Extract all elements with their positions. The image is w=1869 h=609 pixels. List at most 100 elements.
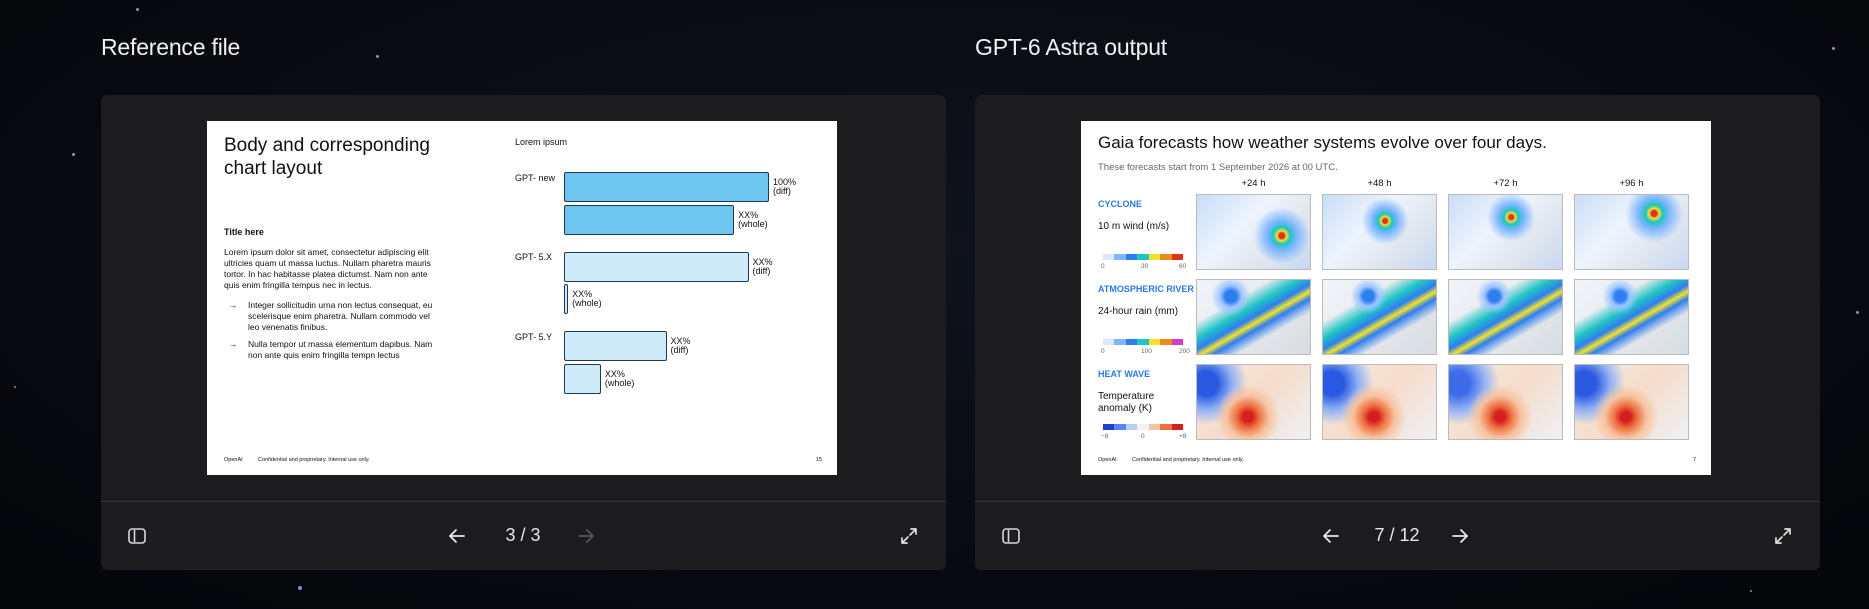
arrow-right-icon: → — [229, 300, 238, 310]
forecast-map-tile — [1574, 364, 1689, 440]
colorbar-swatch — [1148, 424, 1161, 430]
forecast-map-tile — [1574, 194, 1689, 270]
chart-bar — [564, 252, 749, 282]
chart-data-label: 100% (diff) — [773, 177, 797, 196]
colorbar-tick: 0 — [1141, 433, 1145, 440]
sidebar-toggle-button[interactable] — [121, 520, 153, 552]
chart-data-label: XX% (whole) — [572, 289, 602, 308]
chart-bar — [564, 364, 601, 394]
colorbar-swatch — [1160, 254, 1172, 260]
colorbar-swatch — [1125, 424, 1138, 430]
colorbar-swatch — [1171, 254, 1183, 260]
colorbar-swatch — [1160, 424, 1172, 430]
fullscreen-button[interactable] — [1767, 520, 1799, 552]
expand-icon — [901, 528, 917, 544]
slide-stage: Gaia forecasts how weather systems evolv… — [975, 95, 1820, 501]
colorbar-tick: 0 — [1101, 348, 1105, 355]
colorbar-swatch — [1137, 254, 1149, 260]
output-viewer: Gaia forecasts how weather systems evolv… — [975, 95, 1820, 570]
colorbar-swatch — [1103, 339, 1115, 345]
colorbar-swatch — [1160, 339, 1172, 345]
footer-note: Confidential and proprietary. Internal u… — [1132, 457, 1244, 463]
sidebar-toggle-icon — [1002, 528, 1020, 544]
chart-bar — [564, 331, 667, 361]
sidebar-toggle-icon — [128, 528, 146, 544]
forecast-map-tile — [1322, 194, 1437, 270]
sidebar-toggle-button[interactable] — [995, 520, 1027, 552]
forecast-map-tile — [1448, 279, 1563, 355]
forecast-map-tile — [1196, 279, 1311, 355]
chart-category-label: GPT- new — [515, 173, 556, 183]
chart-category-label: GPT- 5.X — [515, 252, 553, 262]
slide-title: Body and corresponding chart layout — [224, 135, 430, 179]
colorbar-swatch — [1125, 339, 1138, 345]
panel-title-reference: Reference file — [101, 34, 241, 60]
star — [298, 586, 302, 590]
column-header: +48 h — [1367, 178, 1392, 189]
row-tag: HEAT WAVE — [1098, 369, 1151, 379]
row-tag: ATMOSPHERIC RIVER — [1098, 284, 1194, 294]
chart-data-label: XX% (diff) — [752, 257, 773, 276]
colorbar-tick: 100 — [1141, 348, 1152, 355]
footer-brand: OpenAI — [224, 457, 243, 463]
colorbar-swatch — [1171, 339, 1183, 345]
next-slide-button[interactable] — [1444, 520, 1476, 552]
chart-bar — [564, 172, 769, 202]
chart-data-label: XX% (whole) — [738, 210, 768, 229]
row-tag: CYCLONE — [1098, 199, 1143, 209]
panel-title-output: GPT-6 Astra output — [975, 34, 1168, 60]
forecast-map-tile — [1196, 364, 1311, 440]
footer-brand: OpenAI — [1098, 457, 1117, 463]
forecast-map-tile — [1196, 194, 1311, 270]
page-number: 15 — [815, 457, 822, 463]
chart-data-label: XX% (diff) — [670, 336, 691, 355]
colorbar-tick: +8 — [1179, 433, 1187, 440]
slide-stage: Body and corresponding chart layout Titl… — [101, 95, 946, 501]
arrow-right-icon — [1452, 529, 1468, 543]
viewer-toolbar: 7 / 12 — [975, 502, 1820, 570]
slide-counter: 7 / 12 — [1374, 525, 1420, 545]
colorbar-swatch — [1114, 339, 1126, 345]
colorbar-swatch — [1103, 424, 1115, 430]
colorbar-swatch — [1137, 339, 1149, 345]
prev-slide-button[interactable] — [1315, 520, 1347, 552]
column-header: +96 h — [1619, 178, 1644, 189]
star — [1856, 311, 1859, 314]
chart-data-label: XX% (whole) — [604, 369, 635, 388]
page-number: 7 — [1692, 457, 1696, 463]
bullet-text: Integer sollicitudin urna non lectus con… — [248, 300, 433, 332]
colorbar-swatch — [1114, 424, 1126, 430]
slide-body-text: Lorem ipsum dolor sit amet, consectetur … — [224, 247, 431, 290]
footer-note: Confidential and proprietary. Internal u… — [258, 457, 370, 463]
reference-viewer: Body and corresponding chart layout Titl… — [101, 95, 946, 570]
column-header: +24 h — [1241, 178, 1266, 189]
colorbar-swatch — [1171, 424, 1183, 430]
chart-category-label: GPT- 5.Y — [515, 332, 553, 342]
chart-bar — [564, 284, 569, 314]
prev-slide-button[interactable] — [441, 520, 473, 552]
arrow-right-icon: → — [229, 339, 238, 349]
arrow-right-icon — [578, 529, 594, 543]
star — [136, 8, 139, 11]
arrow-left-icon — [1323, 529, 1339, 543]
colorbar-swatch — [1137, 424, 1149, 430]
colorbar-tick: 200 — [1179, 348, 1190, 355]
forecast-map-tile — [1448, 194, 1563, 270]
colorbar-swatch — [1125, 254, 1138, 260]
output-slide: Gaia forecasts how weather systems evolv… — [1081, 121, 1711, 475]
colorbar-swatch — [1148, 254, 1161, 260]
slide-title: Gaia forecasts how weather systems evolv… — [1098, 133, 1547, 152]
row-variable: Temperature anomaly (K) — [1098, 391, 1155, 414]
forecast-map-tile — [1322, 279, 1437, 355]
colorbar — [1103, 339, 1183, 345]
star — [1750, 590, 1752, 592]
fullscreen-button[interactable] — [893, 520, 925, 552]
star — [72, 153, 75, 156]
next-slide-button[interactable] — [570, 520, 602, 552]
column-header: +72 h — [1493, 178, 1518, 189]
forecast-map-tile — [1322, 364, 1437, 440]
colorbar-tick: 30 — [1141, 263, 1149, 270]
slide-subtitle: These forecasts start from 1 September 2… — [1098, 162, 1338, 173]
bullet-text: Nulla tempor ut massa elementum dapibus.… — [248, 339, 433, 360]
row-variable: 10 m wind (m/s) — [1098, 221, 1170, 232]
